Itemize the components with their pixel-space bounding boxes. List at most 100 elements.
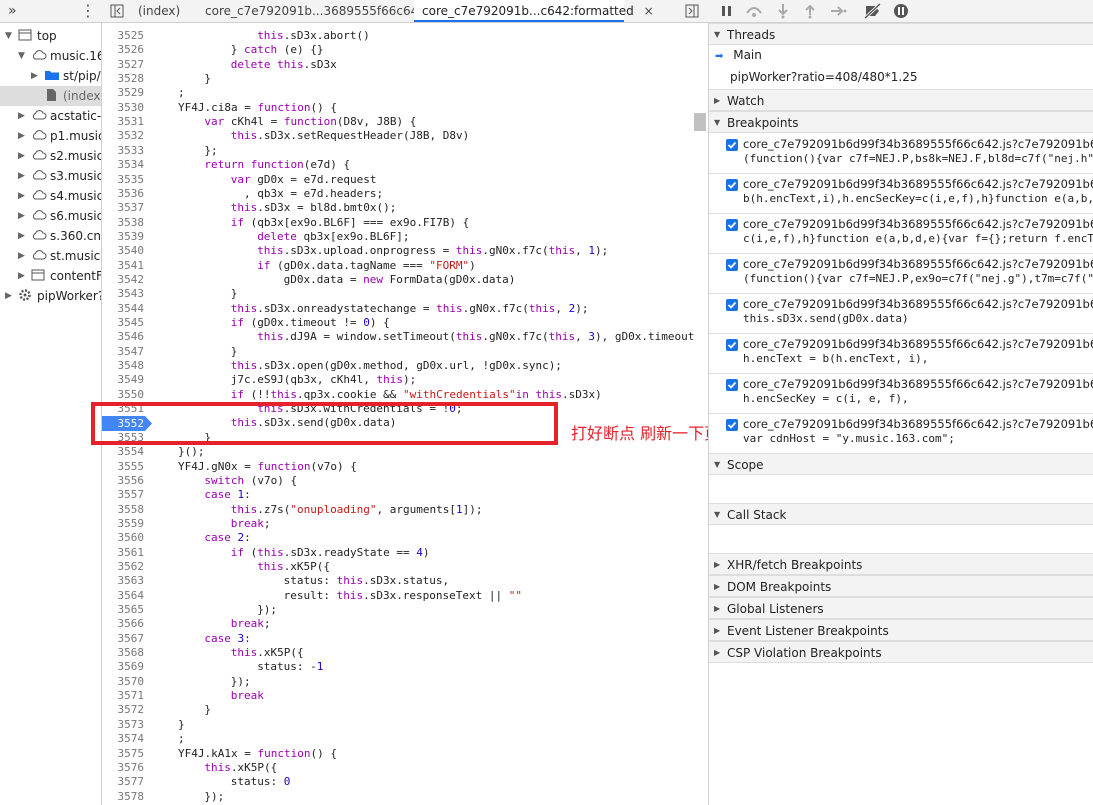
code-line[interactable]: }: [178, 345, 708, 359]
more-tabs-button[interactable]: »: [8, 0, 17, 22]
line-number[interactable]: 3542: [102, 273, 145, 287]
code-line[interactable]: status: this.sD3x.status,: [178, 574, 708, 588]
watch-section-header[interactable]: ▶ Watch: [709, 89, 1093, 111]
line-number[interactable]: 3569: [102, 660, 145, 674]
code-line[interactable]: YF4J.gN0x = function(v7o) {: [178, 460, 708, 474]
code-line[interactable]: var cKh4l = function(D8v, J8B) {: [178, 115, 708, 129]
code-line[interactable]: });: [178, 790, 708, 804]
code-line[interactable]: this.sD3x.onreadystatechange = this.gN0x…: [178, 302, 708, 316]
line-number[interactable]: 3557: [102, 488, 145, 502]
breakpoint-checkbox[interactable]: [726, 379, 738, 391]
line-number[interactable]: 3570: [102, 675, 145, 689]
code-line[interactable]: } catch (e) {}: [178, 43, 708, 57]
breakpoint-checkbox[interactable]: [726, 259, 738, 271]
tree-item[interactable]: ▶ s6.music.126: [0, 206, 101, 226]
code-line[interactable]: status: 0: [178, 775, 708, 789]
line-number[interactable]: 3547: [102, 345, 145, 359]
tab-index[interactable]: (index): [138, 0, 180, 22]
collapse-triangle-icon[interactable]: ▶: [5, 286, 12, 306]
line-number[interactable]: 3559: [102, 517, 145, 531]
breakpoint-checkbox[interactable]: [726, 219, 738, 231]
line-number[interactable]: 3545: [102, 316, 145, 330]
event-listener-breakpoints-header[interactable]: ▶ Event Listener Breakpoints: [709, 619, 1093, 641]
line-number[interactable]: 3538: [102, 216, 145, 230]
line-number[interactable]: 3544: [102, 302, 145, 316]
line-number[interactable]: 3536: [102, 187, 145, 201]
line-number[interactable]: 3540: [102, 244, 145, 258]
line-number[interactable]: 3576: [102, 761, 145, 775]
line-number[interactable]: 3546: [102, 330, 145, 344]
code-line[interactable]: this.sD3x = bl8d.bmt0x();: [178, 201, 708, 215]
line-number[interactable]: 3564: [102, 589, 145, 603]
line-number[interactable]: 3529: [102, 86, 145, 100]
code-line[interactable]: this.xK5P({: [178, 560, 708, 574]
dom-breakpoints-header[interactable]: ▶ DOM Breakpoints: [709, 575, 1093, 597]
code-line[interactable]: ;: [178, 732, 708, 746]
tree-item[interactable]: ▼ music.163.com: [0, 46, 101, 66]
thread-worker[interactable]: pipWorker?ratio=408/480*1.25: [730, 70, 918, 84]
line-number[interactable]: 3556: [102, 474, 145, 488]
collapse-triangle-icon[interactable]: ▶: [18, 166, 25, 186]
line-number[interactable]: 3528: [102, 72, 145, 86]
breakpoint-checkbox[interactable]: [726, 419, 738, 431]
pause-icon[interactable]: [719, 3, 735, 19]
code-line[interactable]: this.sD3x.upload.onprogress = this.gN0x.…: [178, 244, 708, 258]
breakpoint-item[interactable]: core_c7e792091b6d99f34b3689555f66c642.js…: [709, 214, 1093, 254]
line-number[interactable]: 3533: [102, 144, 145, 158]
breakpoint-checkbox[interactable]: [726, 339, 738, 351]
line-number[interactable]: 3539: [102, 230, 145, 244]
code-line[interactable]: });: [178, 675, 708, 689]
code-line[interactable]: if (gD0x.data.tagName === "FORM"): [178, 259, 708, 273]
tree-item[interactable]: ▶ s3.music.126: [0, 166, 101, 186]
tree-item[interactable]: ▶ s.360.cn: [0, 226, 101, 246]
breakpoints-section-header[interactable]: ▼ Breakpoints: [709, 111, 1093, 133]
code-line[interactable]: }: [178, 72, 708, 86]
line-number[interactable]: 3532: [102, 129, 145, 143]
toggle-navigator-icon[interactable]: [110, 0, 124, 22]
scope-section-header[interactable]: ▼ Scope: [709, 453, 1093, 475]
code-line[interactable]: result: this.sD3x.responseText || "": [178, 589, 708, 603]
step-into-icon[interactable]: [775, 3, 791, 19]
code-line[interactable]: delete qb3x[ex9o.BL6F];: [178, 230, 708, 244]
code-line[interactable]: var gD0x = e7d.request: [178, 173, 708, 187]
line-number[interactable]: 3561: [102, 546, 145, 560]
line-number[interactable]: 3526: [102, 43, 145, 57]
line-number[interactable]: 3568: [102, 646, 145, 660]
code-line[interactable]: switch (v7o) {: [178, 474, 708, 488]
tree-item[interactable]: ▶ s2.music.126: [0, 146, 101, 166]
breakpoint-item[interactable]: core_c7e792091b6d99f34b3689555f66c642.js…: [709, 414, 1093, 454]
code-line[interactable]: status: -1: [178, 660, 708, 674]
tree-item[interactable]: ▶ pipWorker?ratio: [0, 286, 101, 306]
code-line[interactable]: this.sD3x.open(gD0x.method, gD0x.url, !g…: [178, 359, 708, 373]
code-line[interactable]: if (qb3x[ex9o.BL6F] === ex9o.FI7B) {: [178, 216, 708, 230]
threads-section-header[interactable]: ▼ Threads: [709, 23, 1093, 45]
code-line[interactable]: break: [178, 689, 708, 703]
breakpoint-checkbox[interactable]: [726, 299, 738, 311]
code-line[interactable]: if (gD0x.timeout != 0) {: [178, 316, 708, 330]
line-number[interactable]: 3525: [102, 29, 145, 43]
code-line[interactable]: }: [178, 718, 708, 732]
collapse-triangle-icon[interactable]: ▶: [18, 146, 25, 166]
line-number[interactable]: 3577: [102, 775, 145, 789]
line-number[interactable]: 3531: [102, 115, 145, 129]
line-number[interactable]: 3543: [102, 287, 145, 301]
tree-item[interactable]: ▶ acstatic-dun: [0, 106, 101, 126]
tab-core-js[interactable]: core_c7e792091b...3689555f66c642: [205, 0, 426, 22]
line-number[interactable]: 3549: [102, 373, 145, 387]
toggle-debugger-icon[interactable]: [685, 0, 699, 22]
tab-core-formatted[interactable]: core_c7e792091b...c642:formatted ×: [414, 0, 654, 22]
code-line[interactable]: YF4J.kA1x = function() {: [178, 747, 708, 761]
xhr-breakpoints-header[interactable]: ▶ XHR/fetch Breakpoints: [709, 553, 1093, 575]
collapse-triangle-icon[interactable]: ▶: [18, 266, 25, 286]
breakpoint-checkbox[interactable]: [726, 139, 738, 151]
line-number[interactable]: 3567: [102, 632, 145, 646]
code-line[interactable]: if (this.sD3x.readyState == 4): [178, 546, 708, 560]
collapse-triangle-icon[interactable]: ▶: [18, 186, 25, 206]
tree-item[interactable]: ▶ s4.music.126: [0, 186, 101, 206]
step-out-icon[interactable]: [802, 3, 818, 19]
code-line[interactable]: gD0x.data = new FormData(gD0x.data): [178, 273, 708, 287]
breakpoint-item[interactable]: core_c7e792091b6d99f34b3689555f66c642.js…: [709, 254, 1093, 294]
code-line[interactable]: }: [178, 703, 708, 717]
line-number[interactable]: 3563: [102, 574, 145, 588]
code-line[interactable]: this.xK5P({: [178, 646, 708, 660]
